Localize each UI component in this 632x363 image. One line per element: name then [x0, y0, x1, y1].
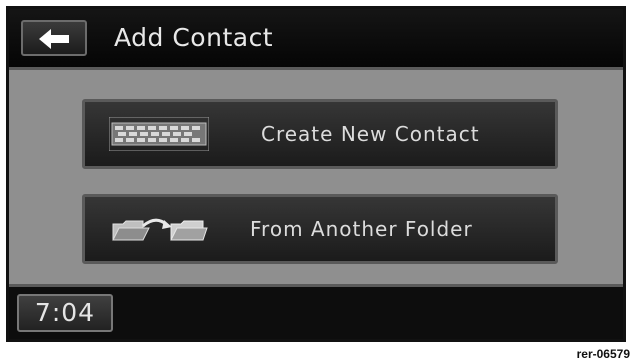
- status-bar: 7:04: [9, 287, 623, 339]
- clock-display[interactable]: 7:04: [17, 294, 113, 332]
- back-button[interactable]: [21, 20, 87, 56]
- page-title: Add Contact: [114, 23, 274, 52]
- left-arrow-icon: [39, 29, 69, 49]
- phone-screen: Add Contact Create New Contact From Anot…: [6, 6, 626, 342]
- header-bar: Add Contact: [9, 9, 623, 67]
- keyboard-icon: [109, 117, 209, 151]
- from-another-folder-button[interactable]: From Another Folder: [82, 194, 558, 264]
- options-panel: Create New Contact From Another Folder: [9, 67, 623, 287]
- from-another-folder-label: From Another Folder: [250, 217, 473, 241]
- create-new-contact-label: Create New Contact: [261, 122, 480, 146]
- folder-transfer-icon: [112, 218, 208, 241]
- image-reference-label: rer-06579: [576, 347, 630, 361]
- create-new-contact-button[interactable]: Create New Contact: [82, 99, 558, 169]
